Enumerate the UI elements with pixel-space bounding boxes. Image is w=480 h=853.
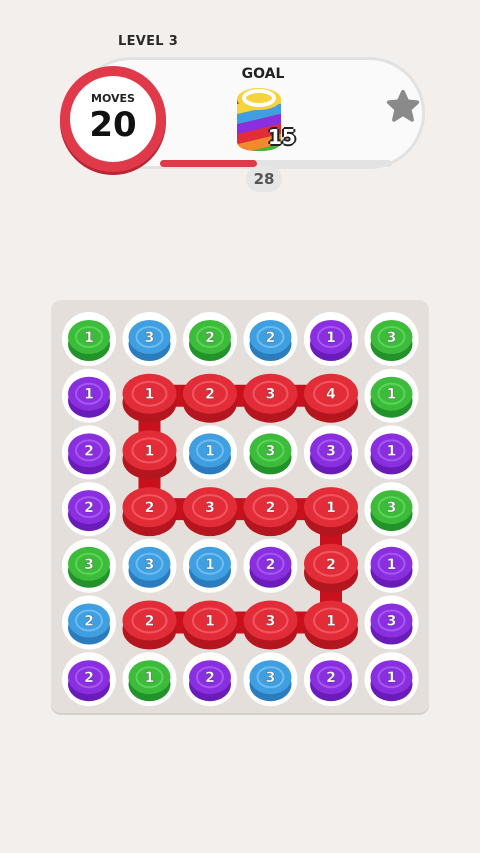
peg-purple-r3c1[interactable]: 2 (62, 425, 116, 480)
peg-number: 2 (84, 500, 94, 516)
peg-number: 3 (145, 557, 155, 573)
peg-purple-r4c1[interactable]: 2 (62, 482, 116, 537)
peg-red-r6c4[interactable]: 3 (243, 600, 298, 650)
peg-purple-r7c1[interactable]: 2 (62, 652, 116, 707)
peg-blue-r5c3[interactable]: 1 (183, 538, 237, 593)
peg-number: 3 (387, 330, 397, 346)
peg-number: 2 (266, 330, 276, 346)
peg-purple-r3c6[interactable]: 1 (364, 425, 419, 480)
peg-red-r4c4[interactable]: 2 (243, 487, 298, 537)
peg-number: 1 (205, 443, 215, 459)
peg-number: 3 (266, 443, 276, 459)
peg-number: 3 (205, 500, 215, 516)
peg-number: 4 (326, 387, 336, 403)
peg-number: 1 (326, 330, 336, 346)
peg-number: 1 (387, 443, 397, 459)
peg-number: 2 (266, 500, 276, 516)
peg-number: 2 (84, 670, 94, 686)
peg-green-r1c1[interactable]: 1 (62, 312, 116, 366)
peg-number: 2 (145, 500, 155, 516)
peg-red-r2c5[interactable]: 4 (304, 373, 358, 423)
peg-blue-r3c3[interactable]: 1 (183, 425, 237, 480)
peg-number: 1 (205, 614, 215, 630)
peg-red-r3c2[interactable]: 1 (122, 430, 177, 480)
peg-number: 2 (326, 557, 336, 573)
peg-red-r4c3[interactable]: 3 (183, 487, 237, 537)
peg-number: 2 (205, 330, 215, 346)
peg-number: 1 (326, 500, 336, 516)
peg-blue-r1c4[interactable]: 2 (243, 312, 298, 366)
peg-number: 2 (84, 443, 94, 459)
peg-number: 2 (266, 557, 276, 573)
peg-number: 2 (326, 670, 336, 686)
peg-red-r4c2[interactable]: 2 (122, 487, 177, 537)
peg-purple-r1c5[interactable]: 1 (304, 312, 358, 366)
peg-number: 3 (266, 614, 276, 630)
peg-purple-r3c5[interactable]: 3 (304, 425, 358, 480)
peg-number: 3 (326, 443, 336, 459)
peg-purple-r7c5[interactable]: 2 (304, 652, 358, 707)
peg-number: 1 (145, 443, 155, 459)
peg-green-r1c6[interactable]: 3 (364, 312, 419, 366)
peg-number: 3 (266, 670, 276, 686)
peg-blue-r1c2[interactable]: 3 (122, 312, 177, 366)
peg-purple-r7c6[interactable]: 1 (364, 652, 419, 707)
peg-green-r1c3[interactable]: 2 (183, 312, 237, 366)
peg-red-r2c2[interactable]: 1 (122, 373, 177, 423)
peg-green-r2c6[interactable]: 1 (364, 368, 419, 423)
peg-red-r4c5[interactable]: 1 (304, 487, 358, 537)
peg-number: 1 (387, 387, 397, 403)
peg-number: 1 (387, 670, 397, 686)
peg-number: 1 (84, 387, 94, 403)
peg-number: 1 (145, 670, 155, 686)
peg-number: 1 (205, 557, 215, 573)
peg-green-r5c1[interactable]: 3 (62, 538, 116, 593)
peg-number: 1 (326, 614, 336, 630)
peg-red-r2c3[interactable]: 2 (183, 373, 237, 423)
peg-number: 2 (205, 387, 215, 403)
peg-number: 3 (387, 500, 397, 516)
peg-purple-r2c1[interactable]: 1 (62, 368, 116, 423)
peg-green-r7c2[interactable]: 1 (122, 652, 177, 707)
peg-number: 2 (145, 614, 155, 630)
peg-number: 1 (145, 387, 155, 403)
board-pegs[interactable]: 1 3 2 2 1 3 1 1 2 3 4 1 2 1 1 3 3 1 2 2 3 2 1 3 3 3 1 2 2 1 2 2 1 3 1 3 2 1 2 3… (0, 0, 480, 853)
peg-number: 3 (387, 614, 397, 630)
peg-red-r6c3[interactable]: 1 (183, 600, 237, 650)
peg-number: 2 (205, 670, 215, 686)
peg-purple-r5c6[interactable]: 1 (364, 538, 419, 593)
peg-red-r5c5[interactable]: 2 (304, 543, 358, 593)
peg-red-r6c2[interactable]: 2 (122, 600, 177, 650)
peg-blue-r6c1[interactable]: 2 (62, 595, 116, 650)
peg-blue-r5c2[interactable]: 3 (122, 538, 177, 593)
peg-number: 1 (387, 557, 397, 573)
peg-purple-r5c4[interactable]: 2 (243, 538, 298, 593)
peg-number: 1 (84, 330, 94, 346)
peg-number: 3 (145, 330, 155, 346)
game-screen: LEVEL 3 MOVES 20 GOAL 15 28 1 3 2 2 1 3 … (0, 0, 480, 853)
peg-green-r3c4[interactable]: 3 (243, 425, 298, 480)
peg-green-r4c6[interactable]: 3 (364, 482, 419, 537)
peg-purple-r6c6[interactable]: 3 (364, 595, 419, 650)
peg-purple-r7c3[interactable]: 2 (183, 652, 237, 707)
peg-number: 3 (266, 387, 276, 403)
peg-red-r2c4[interactable]: 3 (243, 373, 298, 423)
peg-red-r6c5[interactable]: 1 (304, 600, 358, 650)
peg-number: 2 (84, 614, 94, 630)
peg-blue-r7c4[interactable]: 3 (243, 652, 298, 707)
peg-number: 3 (84, 557, 94, 573)
